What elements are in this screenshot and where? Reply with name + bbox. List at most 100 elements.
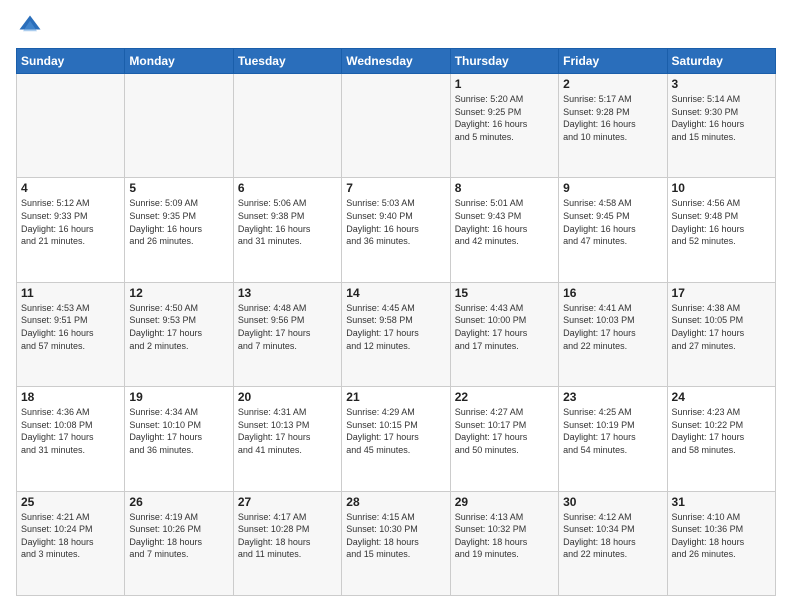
day-cell: 12 Sunrise: 4:50 AM Sunset: 9:53 PM Dayli… [125, 282, 233, 386]
day-info: Sunrise: 4:41 AM Sunset: 10:03 PM Daylig… [563, 302, 662, 352]
day-number: 18 [21, 390, 120, 404]
day-number: 6 [238, 181, 337, 195]
day-info: Sunrise: 5:06 AM Sunset: 9:38 PM Dayligh… [238, 197, 337, 247]
day-number: 7 [346, 181, 445, 195]
day-info: Sunrise: 5:14 AM Sunset: 9:30 PM Dayligh… [672, 93, 771, 143]
day-number: 8 [455, 181, 554, 195]
day-info: Sunrise: 4:45 AM Sunset: 9:58 PM Dayligh… [346, 302, 445, 352]
day-number: 25 [21, 495, 120, 509]
day-info: Sunrise: 5:20 AM Sunset: 9:25 PM Dayligh… [455, 93, 554, 143]
day-info: Sunrise: 4:17 AM Sunset: 10:28 PM Daylig… [238, 511, 337, 561]
day-cell: 4Sunrise: 5:12 AM Sunset: 9:33 PM Daylig… [17, 178, 125, 282]
day-cell: 10 Sunrise: 4:56 AM Sunset: 9:48 PM Dayli… [667, 178, 775, 282]
day-cell [125, 74, 233, 178]
week-row-4: 18Sunrise: 4:36 AM Sunset: 10:08 PM Dayl… [17, 387, 776, 491]
day-info: Sunrise: 4:43 AM Sunset: 10:00 PM Daylig… [455, 302, 554, 352]
day-cell: 5 Sunrise: 5:09 AM Sunset: 9:35 PM Daylig… [125, 178, 233, 282]
day-number: 19 [129, 390, 228, 404]
day-number: 22 [455, 390, 554, 404]
day-info: Sunrise: 4:31 AM Sunset: 10:13 PM Daylig… [238, 406, 337, 456]
day-cell: 22 Sunrise: 4:27 AM Sunset: 10:17 PM Dayl… [450, 387, 558, 491]
day-cell: 29 Sunrise: 4:13 AM Sunset: 10:32 PM Dayl… [450, 491, 558, 595]
day-info: Sunrise: 4:48 AM Sunset: 9:56 PM Dayligh… [238, 302, 337, 352]
calendar-body: 1 Sunrise: 5:20 AM Sunset: 9:25 PM Daylig… [17, 74, 776, 596]
day-number: 12 [129, 286, 228, 300]
day-number: 21 [346, 390, 445, 404]
day-number: 29 [455, 495, 554, 509]
day-cell: 11Sunrise: 4:53 AM Sunset: 9:51 PM Dayli… [17, 282, 125, 386]
header-cell-sunday: Sunday [17, 49, 125, 74]
day-cell: 20 Sunrise: 4:31 AM Sunset: 10:13 PM Dayl… [233, 387, 341, 491]
day-cell: 27 Sunrise: 4:17 AM Sunset: 10:28 PM Dayl… [233, 491, 341, 595]
logo [16, 12, 48, 40]
day-cell: 3 Sunrise: 5:14 AM Sunset: 9:30 PM Daylig… [667, 74, 775, 178]
day-info: Sunrise: 4:21 AM Sunset: 10:24 PM Daylig… [21, 511, 120, 561]
day-info: Sunrise: 4:10 AM Sunset: 10:36 PM Daylig… [672, 511, 771, 561]
day-info: Sunrise: 5:09 AM Sunset: 9:35 PM Dayligh… [129, 197, 228, 247]
day-info: Sunrise: 5:17 AM Sunset: 9:28 PM Dayligh… [563, 93, 662, 143]
day-info: Sunrise: 4:50 AM Sunset: 9:53 PM Dayligh… [129, 302, 228, 352]
day-number: 17 [672, 286, 771, 300]
day-info: Sunrise: 4:38 AM Sunset: 10:05 PM Daylig… [672, 302, 771, 352]
page: SundayMondayTuesdayWednesdayThursdayFrid… [0, 0, 792, 612]
day-cell: 2 Sunrise: 5:17 AM Sunset: 9:28 PM Daylig… [559, 74, 667, 178]
day-cell: 23 Sunrise: 4:25 AM Sunset: 10:19 PM Dayl… [559, 387, 667, 491]
week-row-5: 25 Sunrise: 4:21 AM Sunset: 10:24 PM Dayl… [17, 491, 776, 595]
day-info: Sunrise: 5:01 AM Sunset: 9:43 PM Dayligh… [455, 197, 554, 247]
day-number: 16 [563, 286, 662, 300]
day-cell: 18Sunrise: 4:36 AM Sunset: 10:08 PM Dayl… [17, 387, 125, 491]
day-info: Sunrise: 4:34 AM Sunset: 10:10 PM Daylig… [129, 406, 228, 456]
header-cell-friday: Friday [559, 49, 667, 74]
day-number: 31 [672, 495, 771, 509]
day-number: 23 [563, 390, 662, 404]
header-cell-monday: Monday [125, 49, 233, 74]
week-row-2: 4Sunrise: 5:12 AM Sunset: 9:33 PM Daylig… [17, 178, 776, 282]
day-cell: 31 Sunrise: 4:10 AM Sunset: 10:36 PM Dayl… [667, 491, 775, 595]
day-number: 1 [455, 77, 554, 91]
day-cell: 14 Sunrise: 4:45 AM Sunset: 9:58 PM Dayli… [342, 282, 450, 386]
day-number: 20 [238, 390, 337, 404]
day-number: 3 [672, 77, 771, 91]
day-number: 27 [238, 495, 337, 509]
week-row-3: 11Sunrise: 4:53 AM Sunset: 9:51 PM Dayli… [17, 282, 776, 386]
day-number: 4 [21, 181, 120, 195]
day-cell: 28Sunrise: 4:15 AM Sunset: 10:30 PM Dayl… [342, 491, 450, 595]
day-info: Sunrise: 4:13 AM Sunset: 10:32 PM Daylig… [455, 511, 554, 561]
header-cell-wednesday: Wednesday [342, 49, 450, 74]
day-number: 15 [455, 286, 554, 300]
day-cell: 25 Sunrise: 4:21 AM Sunset: 10:24 PM Dayl… [17, 491, 125, 595]
day-info: Sunrise: 4:15 AM Sunset: 10:30 PM Daylig… [346, 511, 445, 561]
calendar-table: SundayMondayTuesdayWednesdayThursdayFrid… [16, 48, 776, 596]
day-cell: 13 Sunrise: 4:48 AM Sunset: 9:56 PM Dayli… [233, 282, 341, 386]
day-number: 2 [563, 77, 662, 91]
day-info: Sunrise: 4:23 AM Sunset: 10:22 PM Daylig… [672, 406, 771, 456]
day-number: 24 [672, 390, 771, 404]
day-number: 30 [563, 495, 662, 509]
day-number: 26 [129, 495, 228, 509]
day-number: 10 [672, 181, 771, 195]
day-number: 5 [129, 181, 228, 195]
week-row-1: 1 Sunrise: 5:20 AM Sunset: 9:25 PM Daylig… [17, 74, 776, 178]
day-number: 14 [346, 286, 445, 300]
day-cell: 17 Sunrise: 4:38 AM Sunset: 10:05 PM Dayl… [667, 282, 775, 386]
day-cell [342, 74, 450, 178]
day-cell: 9Sunrise: 4:58 AM Sunset: 9:45 PM Daylig… [559, 178, 667, 282]
day-cell: 26Sunrise: 4:19 AM Sunset: 10:26 PM Dayl… [125, 491, 233, 595]
day-cell: 7 Sunrise: 5:03 AM Sunset: 9:40 PM Daylig… [342, 178, 450, 282]
day-info: Sunrise: 4:25 AM Sunset: 10:19 PM Daylig… [563, 406, 662, 456]
day-info: Sunrise: 4:27 AM Sunset: 10:17 PM Daylig… [455, 406, 554, 456]
day-info: Sunrise: 4:12 AM Sunset: 10:34 PM Daylig… [563, 511, 662, 561]
header-row: SundayMondayTuesdayWednesdayThursdayFrid… [17, 49, 776, 74]
day-cell: 6 Sunrise: 5:06 AM Sunset: 9:38 PM Daylig… [233, 178, 341, 282]
header-cell-thursday: Thursday [450, 49, 558, 74]
day-cell: 24 Sunrise: 4:23 AM Sunset: 10:22 PM Dayl… [667, 387, 775, 491]
day-number: 11 [21, 286, 120, 300]
day-cell: 21Sunrise: 4:29 AM Sunset: 10:15 PM Dayl… [342, 387, 450, 491]
header-cell-tuesday: Tuesday [233, 49, 341, 74]
day-number: 13 [238, 286, 337, 300]
day-info: Sunrise: 4:56 AM Sunset: 9:48 PM Dayligh… [672, 197, 771, 247]
day-cell: 19 Sunrise: 4:34 AM Sunset: 10:10 PM Dayl… [125, 387, 233, 491]
day-cell: 8 Sunrise: 5:01 AM Sunset: 9:43 PM Daylig… [450, 178, 558, 282]
logo-icon [16, 12, 44, 40]
day-info: Sunrise: 5:03 AM Sunset: 9:40 PM Dayligh… [346, 197, 445, 247]
